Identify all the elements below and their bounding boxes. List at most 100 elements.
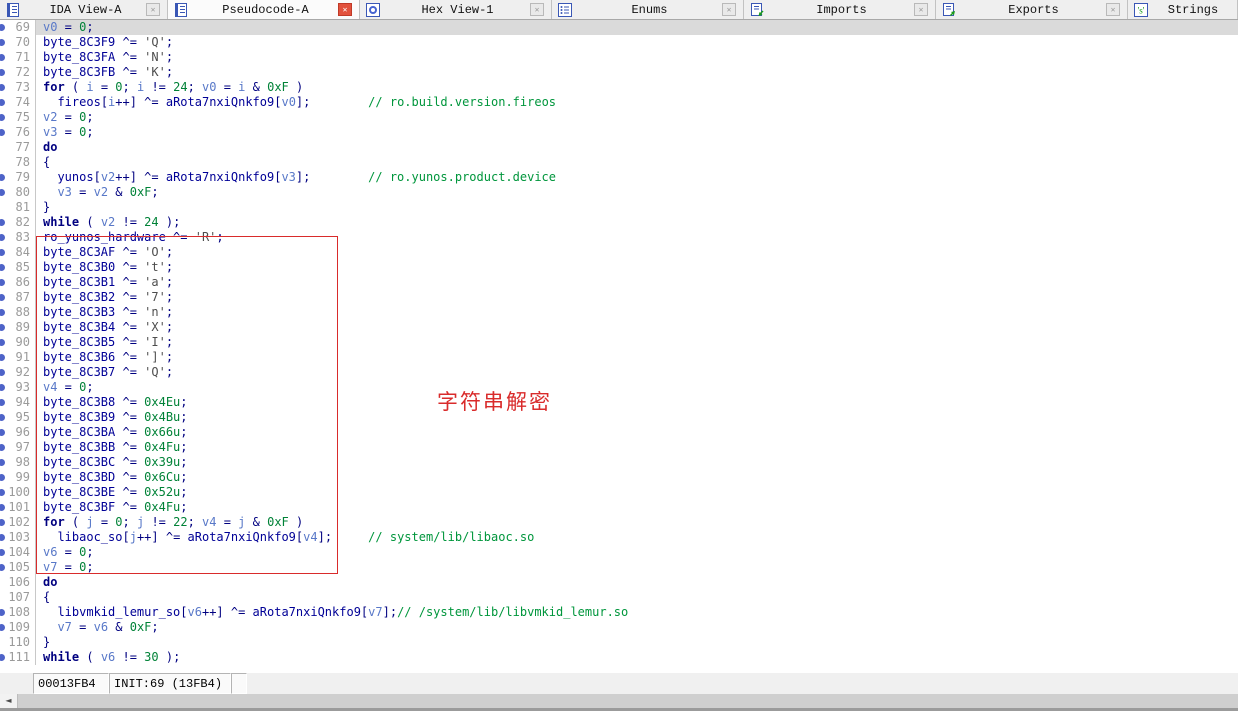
tab-strings[interactable]: 's' Strings [1128, 0, 1238, 19]
code-text[interactable]: { [36, 590, 1238, 605]
address-dot-icon [0, 69, 5, 76]
scroll-left-arrow-icon[interactable]: ◄ [0, 694, 17, 708]
code-text[interactable]: byte_8C3B0 ^= 't'; [36, 260, 1238, 275]
line-number: 80 [15, 185, 30, 199]
tab-label: Pseudocode-A [222, 2, 309, 17]
tab-hex-view-1[interactable]: Hex View-1 ✕ [360, 0, 552, 19]
code-line: 69 v0 = 0; [0, 20, 1238, 35]
tab-label: Exports [1008, 2, 1059, 17]
code-text[interactable]: byte_8C3B8 ^= 0x4Eu; [36, 395, 1238, 410]
ida-view-icon [6, 2, 21, 17]
close-icon[interactable]: ✕ [914, 3, 928, 16]
gutter: 70 [0, 35, 36, 50]
code-line: 76 v3 = 0; [0, 125, 1238, 140]
address-dot-icon [0, 534, 5, 541]
code-text[interactable]: byte_8C3B2 ^= '7'; [36, 290, 1238, 305]
tab-ida-view-a[interactable]: IDA View-A ✕ [0, 0, 168, 19]
code-text[interactable]: byte_8C3FA ^= 'N'; [36, 50, 1238, 65]
scrollbar-thumb[interactable] [17, 694, 1238, 708]
code-line: 84 byte_8C3AF ^= 'O'; [0, 245, 1238, 260]
code-text[interactable]: yunos[v2++] ^= aRota7nxiQnkfo9[v3]; // r… [36, 170, 1238, 185]
code-text[interactable]: { [36, 155, 1238, 170]
tab-enums[interactable]: Enums ✕ [552, 0, 744, 19]
pseudocode-icon [174, 2, 189, 17]
code-text[interactable]: v7 = 0; [36, 560, 1238, 575]
gutter: 98 [0, 455, 36, 470]
address-dot-icon [0, 474, 5, 481]
close-icon[interactable]: ✕ [146, 3, 160, 16]
gutter: 78 [0, 155, 36, 170]
code-line: 86 byte_8C3B1 ^= 'a'; [0, 275, 1238, 290]
tab-exports[interactable]: Exports ✕ [936, 0, 1128, 19]
code-line: 97 byte_8C3BB ^= 0x4Fu; [0, 440, 1238, 455]
code-text[interactable]: do [36, 575, 1238, 590]
tab-imports[interactable]: Imports ✕ [744, 0, 936, 19]
code-text[interactable]: byte_8C3BE ^= 0x52u; [36, 485, 1238, 500]
close-icon[interactable]: ✕ [530, 3, 544, 16]
gutter: 87 [0, 290, 36, 305]
code-line: 75 v2 = 0; [0, 110, 1238, 125]
code-line: 107 { [0, 590, 1238, 605]
hex-view-icon [366, 2, 381, 17]
code-text[interactable]: do [36, 140, 1238, 155]
code-text[interactable]: byte_8C3F9 ^= 'Q'; [36, 35, 1238, 50]
code-text[interactable]: for ( j = 0; j != 22; v4 = j & 0xF ) [36, 515, 1238, 530]
code-text[interactable]: byte_8C3BB ^= 0x4Fu; [36, 440, 1238, 455]
address-dot-icon [0, 444, 5, 451]
code-line: 96 byte_8C3BA ^= 0x66u; [0, 425, 1238, 440]
address-dot-icon [0, 24, 5, 31]
tab-label: Hex View-1 [421, 2, 494, 17]
code-line: 72 byte_8C3FB ^= 'K'; [0, 65, 1238, 80]
code-text[interactable]: v3 = v2 & 0xF; [36, 185, 1238, 200]
close-icon[interactable]: ✕ [1106, 3, 1120, 16]
code-text[interactable]: byte_8C3BF ^= 0x4Fu; [36, 500, 1238, 515]
code-line: 70 byte_8C3F9 ^= 'Q'; [0, 35, 1238, 50]
close-icon[interactable]: ✕ [338, 3, 352, 16]
code-text[interactable]: v7 = v6 & 0xF; [36, 620, 1238, 635]
code-text[interactable]: byte_8C3B6 ^= ']'; [36, 350, 1238, 365]
code-text[interactable]: while ( v6 != 30 ); [36, 650, 1238, 665]
code-text[interactable]: byte_8C3BA ^= 0x66u; [36, 425, 1238, 440]
code-text[interactable]: } [36, 200, 1238, 215]
pseudocode-view[interactable]: 69 v0 = 0; 70 byte_8C3F9 ^= 'Q'; 71 byte_8C3F… [0, 20, 1238, 672]
code-text[interactable]: byte_8C3FB ^= 'K'; [36, 65, 1238, 80]
code-text[interactable]: byte_8C3B7 ^= 'Q'; [36, 365, 1238, 380]
code-text[interactable]: byte_8C3AF ^= 'O'; [36, 245, 1238, 260]
gutter: 89 [0, 320, 36, 335]
horizontal-scrollbar[interactable]: ◄ [0, 694, 1238, 711]
line-number: 101 [8, 500, 30, 514]
code-text[interactable]: libvmkid_lemur_so[v6++] ^= aRota7nxiQnkf… [36, 605, 1238, 620]
gutter: 81 [0, 200, 36, 215]
code-text[interactable]: byte_8C3B9 ^= 0x4Bu; [36, 410, 1238, 425]
address-dot-icon [0, 84, 5, 91]
code-text[interactable]: byte_8C3BC ^= 0x39u; [36, 455, 1238, 470]
line-number: 71 [15, 50, 30, 64]
close-icon[interactable]: ✕ [722, 3, 736, 16]
gutter: 84 [0, 245, 36, 260]
code-text[interactable]: v6 = 0; [36, 545, 1238, 560]
code-text[interactable]: for ( i = 0; i != 24; v0 = i & 0xF ) [36, 80, 1238, 95]
code-text[interactable]: v2 = 0; [36, 110, 1238, 125]
line-number: 102 [8, 515, 30, 529]
code-text[interactable]: fireos[i++] ^= aRota7nxiQnkfo9[v0]; // r… [36, 95, 1238, 110]
line-number: 74 [15, 95, 30, 109]
code-text[interactable]: v0 = 0; [36, 20, 1238, 35]
code-text[interactable]: ro_yunos_hardware ^= 'R'; [36, 230, 1238, 245]
code-text[interactable]: byte_8C3B5 ^= 'I'; [36, 335, 1238, 350]
code-text[interactable]: libaoc_so[j++] ^= aRota7nxiQnkfo9[v4]; /… [36, 530, 1238, 545]
code-text[interactable]: byte_8C3B3 ^= 'n'; [36, 305, 1238, 320]
tab-pseudocode-a[interactable]: Pseudocode-A ✕ [168, 0, 360, 19]
line-number: 75 [15, 110, 30, 124]
code-text[interactable]: } [36, 635, 1238, 650]
code-text[interactable]: byte_8C3B1 ^= 'a'; [36, 275, 1238, 290]
code-text[interactable]: v3 = 0; [36, 125, 1238, 140]
code-text[interactable]: byte_8C3B4 ^= 'X'; [36, 320, 1238, 335]
code-text[interactable]: byte_8C3BD ^= 0x6Cu; [36, 470, 1238, 485]
tab-label: Strings [1167, 2, 1219, 17]
line-number: 111 [8, 650, 30, 664]
enums-icon [558, 2, 573, 17]
code-text[interactable]: while ( v2 != 24 ); [36, 215, 1238, 230]
gutter: 95 [0, 410, 36, 425]
code-text[interactable]: v4 = 0; [36, 380, 1238, 395]
line-number: 79 [15, 170, 30, 184]
